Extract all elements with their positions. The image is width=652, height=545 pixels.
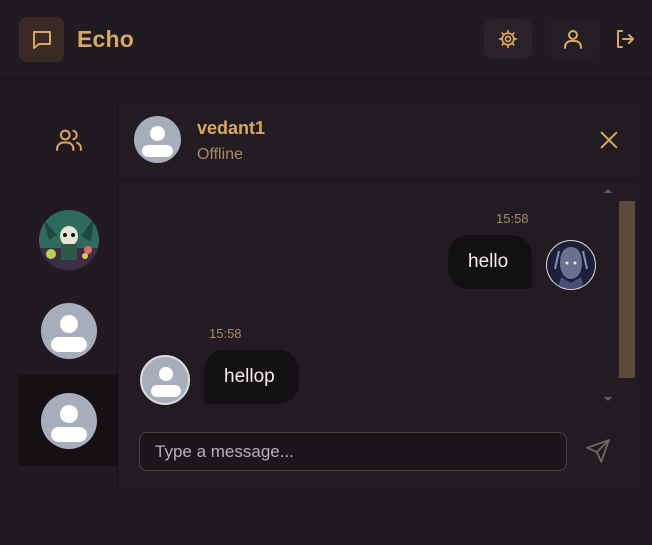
chat-contact-status: Offline xyxy=(197,146,243,163)
scroll-down-arrow-icon[interactable] xyxy=(603,395,613,403)
message-square-icon xyxy=(32,30,51,49)
message-input-wrapper xyxy=(139,432,567,471)
close-chat-button[interactable] xyxy=(595,126,623,154)
message-input[interactable] xyxy=(140,433,566,470)
users-icon xyxy=(55,129,82,151)
top-bar: Echo xyxy=(0,0,652,79)
message-time: 15:58 xyxy=(496,211,529,226)
app-title: Echo xyxy=(77,26,135,52)
message-list: 15:58 hello 15:58 hellop xyxy=(119,181,638,413)
user-icon xyxy=(563,30,582,49)
contact-avatar-default xyxy=(40,392,97,449)
message-bubble-outgoing: hello xyxy=(448,235,532,289)
sender-avatar xyxy=(546,240,596,290)
logout-button[interactable] xyxy=(608,20,642,58)
chat-contact-avatar xyxy=(134,116,181,163)
logout-icon xyxy=(617,30,634,48)
chat-header: vedant1 Offline xyxy=(119,100,638,180)
chat-contact-name: vedant1 xyxy=(197,118,266,138)
contact-item[interactable] xyxy=(19,285,118,376)
contact-avatar-default xyxy=(40,302,97,359)
message-time: 15:58 xyxy=(209,326,242,341)
contact-avatar-illustrated xyxy=(38,209,99,270)
contacts-sidebar xyxy=(19,100,118,490)
contact-item[interactable] xyxy=(19,194,118,285)
message-bubble-incoming: hellop xyxy=(204,350,299,404)
logo xyxy=(19,17,64,62)
send-button[interactable] xyxy=(578,431,618,471)
send-icon xyxy=(586,439,610,463)
message-scrollbar-thumb[interactable] xyxy=(619,201,635,378)
contact-item-active[interactable] xyxy=(19,375,118,466)
close-icon xyxy=(600,131,618,149)
receiver-avatar xyxy=(140,355,190,405)
contacts-header xyxy=(19,100,118,180)
scroll-up-arrow-icon[interactable] xyxy=(603,187,613,195)
settings-button[interactable] xyxy=(484,19,532,59)
profile-button[interactable] xyxy=(545,19,600,59)
gear-icon xyxy=(498,29,518,49)
